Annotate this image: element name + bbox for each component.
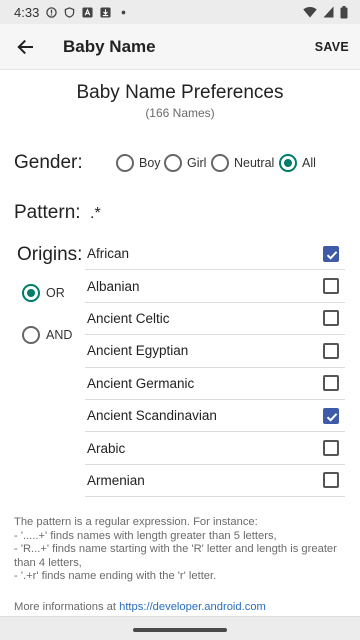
more-info-link[interactable]: https://developer.android.com (119, 601, 266, 612)
gender-option-girl[interactable]: Girl (164, 153, 206, 173)
more-info-prefix: More informations at (14, 601, 120, 612)
app-bar: Baby Name SAVE (0, 24, 360, 70)
home-gesture-handle[interactable] (133, 628, 227, 632)
gender-option-label: Neutral (234, 156, 275, 170)
radio-button-icon (116, 154, 134, 172)
origin-row-ancient-egyptian[interactable]: Ancient Egyptian (85, 335, 345, 368)
radio-button-icon (211, 154, 229, 172)
more-info-text: More informations at https://developer.a… (14, 601, 344, 612)
download-icon (100, 6, 111, 18)
pattern-label: Pattern: (14, 202, 81, 223)
origin-row-armenian[interactable]: Armenian (85, 465, 345, 498)
gender-label: Gender: (14, 152, 83, 173)
origin-mode-and[interactable]: AND (22, 325, 72, 345)
gender-option-label: All (302, 156, 316, 170)
checkbox-checked-icon[interactable] (323, 245, 339, 262)
shield-icon (65, 6, 75, 18)
checkbox-icon[interactable] (323, 375, 339, 392)
radio-button-icon (164, 154, 182, 172)
origin-row-ancient-germanic[interactable]: Ancient Germanic (85, 368, 345, 400)
gender-option-label: Girl (187, 156, 207, 170)
back-button[interactable] (1, 24, 49, 70)
checkbox-icon[interactable] (323, 440, 339, 457)
radio-button-selected-icon (22, 284, 40, 302)
checkbox-icon[interactable] (323, 472, 339, 489)
arrow-back-icon (17, 39, 33, 54)
checkbox-icon[interactable] (323, 310, 339, 327)
gender-option-neutral[interactable]: Neutral (211, 153, 274, 173)
radio-button-selected-icon (279, 154, 297, 172)
status-bar: 4:33 (0, 0, 360, 24)
origins-label: Origins: (17, 244, 83, 265)
origin-row-albanian[interactable]: Albanian (85, 270, 345, 303)
checkbox-checked-icon[interactable] (323, 407, 339, 424)
origin-name: Ancient Scandinavian (87, 408, 217, 424)
gender-option-all[interactable]: All (279, 153, 316, 173)
font-a-icon (82, 6, 93, 18)
origin-row-ancient-celtic[interactable]: Ancient Celtic (85, 303, 345, 336)
gender-option-label: Boy (139, 156, 161, 170)
origin-mode-label: OR (46, 286, 65, 300)
dot-icon (121, 10, 126, 14)
origin-name: Ancient Germanic (87, 375, 195, 391)
status-time: 4:33 (14, 4, 40, 20)
warning-circle-icon (46, 6, 58, 18)
status-left: 4:33 (14, 5, 129, 20)
origin-name: African (87, 246, 130, 262)
origin-name: Albanian (87, 278, 140, 294)
app-title: Baby Name (63, 36, 156, 56)
origin-name: Arabic (87, 440, 126, 456)
checkbox-icon[interactable] (323, 342, 339, 359)
origin-name: Ancient Celtic (87, 310, 170, 326)
gender-option-boy[interactable]: Boy (116, 153, 161, 173)
checkbox-icon[interactable] (323, 278, 339, 295)
pattern-input[interactable]: .* (90, 205, 101, 223)
origin-row-ancient-scandinavian[interactable]: Ancient Scandinavian (85, 400, 345, 433)
origin-mode-or[interactable]: OR (22, 283, 65, 303)
origin-mode-label: AND (46, 328, 73, 342)
battery-icon (340, 5, 348, 18)
origin-list: African Albanian Ancient Celtic Ancient … (85, 238, 345, 498)
save-button[interactable]: SAVE (315, 40, 349, 54)
page-title: Baby Name Preferences (76, 82, 284, 103)
wifi-icon (303, 7, 317, 18)
navigation-bar (0, 616, 360, 640)
origin-name: Ancient Egyptian (87, 343, 189, 359)
signal-icon (323, 6, 334, 18)
names-count: (166 Names) (145, 106, 215, 120)
origin-row-african[interactable]: African (85, 238, 345, 271)
origin-name: Armenian (87, 472, 145, 488)
pattern-help-text: The pattern is a regular expression. For… (14, 516, 337, 582)
radio-button-icon (22, 326, 40, 344)
origin-row-arabic[interactable]: Arabic (85, 432, 345, 465)
status-right (303, 5, 348, 19)
